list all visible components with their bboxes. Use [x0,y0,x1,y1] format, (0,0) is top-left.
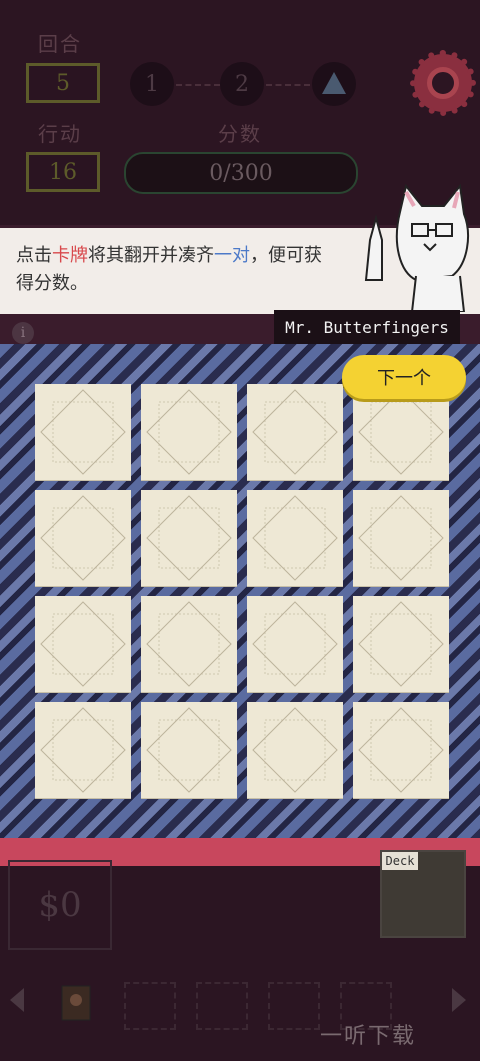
stage-connector [266,84,310,86]
card-slot[interactable] [124,982,176,1030]
text-part: 将其翻开并凑齐 [88,245,214,266]
face-down-card[interactable] [141,702,237,798]
left-arrow-icon[interactable] [10,988,24,1012]
settings-gear-icon[interactable] [410,50,476,116]
stage-2: 2 [220,62,264,106]
face-down-card[interactable] [353,702,449,798]
face-down-card[interactable] [247,384,343,480]
face-down-card[interactable] [247,490,343,586]
face-down-card[interactable] [247,596,343,692]
money-display: $0 [8,860,112,950]
face-down-card[interactable] [35,702,131,798]
face-down-card[interactable] [141,596,237,692]
score-label: 分数 [218,122,262,146]
tutorial-text: 点击卡牌将其翻开并凑齐一对，便可获得分数。 [16,242,336,298]
face-down-card[interactable] [353,596,449,692]
next-button[interactable]: 下一个 [342,355,466,399]
face-down-card[interactable] [353,490,449,586]
face-down-card[interactable] [35,596,131,692]
info-icon[interactable]: i [12,322,34,344]
watermark: 一听下载 [320,1024,417,1049]
speaker-nameplate: Mr. Butterfingers [274,310,460,344]
stage-connector [176,84,220,86]
actions-label: 行动 [38,122,82,146]
highlight-card: 卡牌 [52,245,88,266]
highlight-pair: 一对 [214,245,250,266]
card-slot[interactable] [268,982,320,1030]
score-bar: 0/300 [124,152,358,194]
face-down-card[interactable] [247,702,343,798]
joker-card-icon [61,985,91,1021]
right-arrow-icon[interactable] [452,988,466,1012]
cat-character-icon [364,184,469,312]
face-down-card[interactable] [35,384,131,480]
round-value: 5 [26,63,100,103]
actions-value: 16 [26,152,100,192]
round-label: 回合 [38,32,82,56]
card-slot[interactable] [196,982,248,1030]
stage-1: 1 [130,62,174,106]
face-down-card[interactable] [35,490,131,586]
deck-label: Deck [382,852,418,870]
face-down-card[interactable] [141,490,237,586]
text-part: 点击 [16,245,52,266]
boss-stage-icon [312,62,356,106]
face-down-card[interactable] [141,384,237,480]
